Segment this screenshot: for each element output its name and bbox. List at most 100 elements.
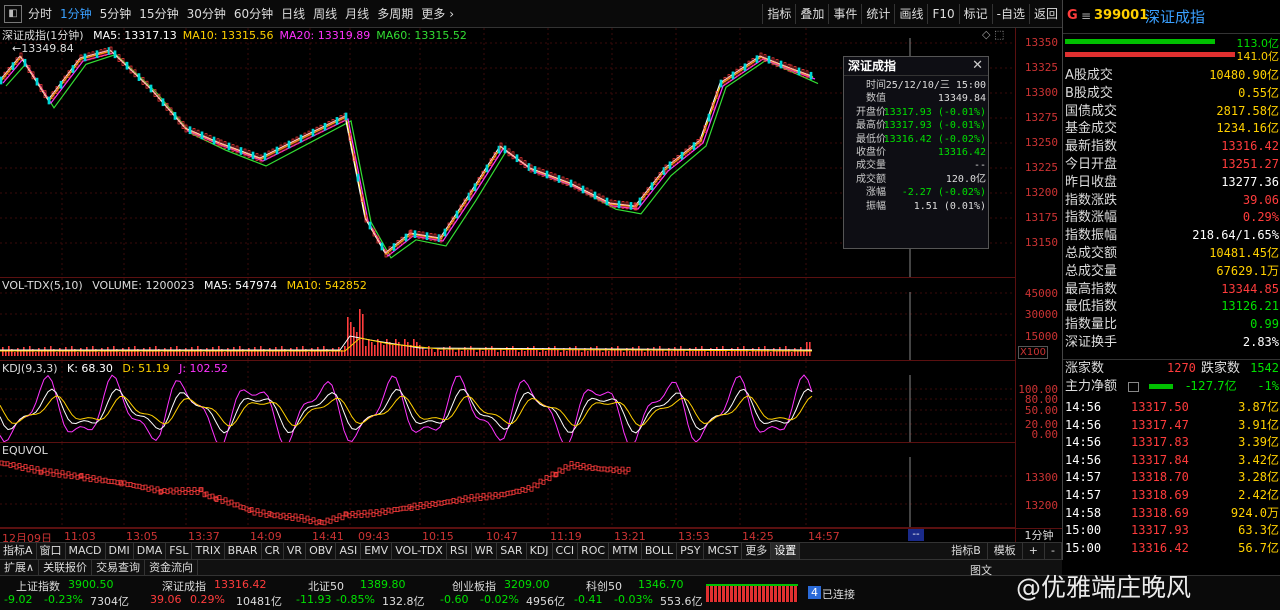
status-index-name[interactable]: 北证50 — [308, 578, 344, 594]
equvol-chart[interactable] — [0, 443, 1015, 527]
indicator-tab-16[interactable]: SAR — [497, 543, 527, 559]
indicator-tab-13[interactable]: VOL-TDX — [392, 543, 447, 559]
period-9[interactable]: 多周期 — [373, 4, 417, 24]
toolbar-btn-6[interactable]: 标记 — [958, 4, 992, 24]
panel-toggle-icon[interactable]: ◧ — [4, 4, 22, 23]
kdj-panel[interactable]: KDJ(9,3,3) K: 68.30 D: 51.19 J: 102.52 — [0, 361, 1015, 443]
status-right-label-0[interactable]: 图文 — [970, 562, 992, 578]
indicator-tab-3[interactable]: DMI — [106, 543, 134, 559]
period-1[interactable]: 1分钟 — [56, 4, 96, 24]
tab-right-2[interactable]: + — [1023, 543, 1046, 559]
indicator-tab-5[interactable]: FSL — [166, 543, 193, 559]
indicator-tab-2[interactable]: MACD — [66, 543, 106, 559]
indicator-tab-10[interactable]: OBV — [306, 543, 337, 559]
period-3[interactable]: 15分钟 — [135, 4, 182, 24]
tooltip-value: 13317.93 (-0.01%) — [883, 120, 986, 132]
volume-bar — [98, 352, 100, 356]
tick-amount: 924.0万 — [1230, 505, 1279, 520]
panel-controls[interactable]: ◇ ⬚ — [982, 28, 1004, 41]
indicator-tab-18[interactable]: CCI — [553, 543, 579, 559]
period-more[interactable]: 更多 — [417, 4, 449, 24]
period-0[interactable]: 分时 — [24, 4, 56, 24]
equvol-box — [538, 478, 543, 484]
tab-right-3[interactable]: - — [1045, 543, 1062, 559]
volume-panel-header: VOL-TDX(5,10) VOLUME: 1200023 MA5: 54797… — [2, 279, 373, 292]
connection-status[interactable]: 已连接 — [822, 586, 855, 602]
indicator-tab-20[interactable]: MTM — [609, 543, 642, 559]
tick-row[interactable]: 14:57 13318.69 2.42亿 — [1063, 487, 1280, 504]
indicator-tab-7[interactable]: BRAR — [225, 543, 262, 559]
tick-row[interactable]: 15:00 13317.93 63.3亿 — [1063, 522, 1280, 539]
tick-row[interactable]: 14:56 13317.84 3.42亿 — [1063, 452, 1280, 469]
toolbar-btn-2[interactable]: 事件 — [828, 4, 861, 24]
indicator-tab-4[interactable]: DMA — [134, 543, 167, 559]
candle — [680, 151, 684, 160]
volume-panel[interactable]: VOL-TDX(5,10) VOLUME: 1200023 MA5: 54797… — [0, 278, 1015, 361]
toolbar-btn-1[interactable]: 叠加 — [795, 4, 828, 24]
indicator-tab-8[interactable]: CR — [262, 543, 284, 559]
toolbar-btn-3[interactable]: 统计 — [861, 4, 894, 24]
close-icon[interactable]: ✕ — [972, 58, 983, 73]
tick-amount: 2.42亿 — [1238, 488, 1279, 502]
indicator-tab-17[interactable]: KDJ — [527, 543, 553, 559]
equvol-box — [581, 463, 586, 468]
indicator-tab-15[interactable]: WR — [472, 543, 498, 559]
candle — [380, 242, 384, 251]
stat-row: 深证换手 2.83% — [1063, 334, 1280, 352]
period-6[interactable]: 日线 — [277, 4, 309, 24]
status-index-name[interactable]: 科创50 — [586, 578, 622, 594]
status-index-name[interactable]: 上证指数 — [16, 578, 60, 594]
tick-row[interactable]: 14:56 13317.83 3.39亿 — [1063, 434, 1280, 451]
tab-right-0[interactable]: 指标B — [945, 543, 988, 559]
indicator-tab-11[interactable]: ASI — [336, 543, 362, 559]
period-8[interactable]: 月线 — [341, 4, 373, 24]
menu-icon[interactable]: ≡ — [1081, 9, 1091, 23]
toolbar-btn-7[interactable]: -自选 — [991, 4, 1029, 24]
ext-tab-1[interactable]: 关联报价 — [39, 560, 93, 575]
status-index-name[interactable]: 创业板指 — [452, 578, 496, 594]
equvol-box — [155, 486, 160, 492]
candle — [455, 210, 459, 219]
indicator-tab-14[interactable]: RSI — [447, 543, 472, 559]
toolbar-btn-8[interactable]: 返回 — [1028, 4, 1062, 24]
equvol-panel[interactable]: EQUVOL — [0, 443, 1015, 528]
tooltip-value: 25/12/10/三 15:00 — [885, 80, 986, 91]
indicator-tab-9[interactable]: VR — [284, 543, 307, 559]
tick-row[interactable]: 15:00 13316.42 56.7亿 — [1063, 540, 1280, 557]
ext-tab-0[interactable]: 扩展∧ — [0, 560, 40, 575]
ext-tab-3[interactable]: 资金流向 — [145, 560, 199, 575]
indicator-tab-24[interactable]: 更多 — [742, 543, 772, 559]
main-flow-toggle[interactable] — [1128, 382, 1139, 392]
period-4[interactable]: 30分钟 — [183, 4, 230, 24]
period-2[interactable]: 5分钟 — [96, 4, 136, 24]
equvol-box — [69, 474, 74, 480]
indicator-tab-19[interactable]: ROC — [578, 543, 610, 559]
indicator-tab-22[interactable]: PSY — [677, 543, 705, 559]
indicator-tab-6[interactable]: TRIX — [192, 543, 225, 559]
indicator-tab-21[interactable]: BOLL — [642, 543, 678, 559]
indicator-tab-1[interactable]: 窗口 — [37, 543, 66, 559]
toolbar-btn-4[interactable]: 画线 — [894, 4, 927, 24]
equvol-box — [255, 508, 260, 514]
period-5[interactable]: 60分钟 — [230, 4, 277, 24]
tick-row[interactable]: 14:58 13318.69 924.0万 — [1063, 505, 1280, 522]
period-7[interactable]: 周线 — [309, 4, 341, 24]
tick-time: 14:58 — [1065, 505, 1102, 520]
indicator-tab-0[interactable]: 指标A — [0, 543, 37, 559]
ext-tab-2[interactable]: 交易查询 — [92, 560, 146, 575]
toolbar-btn-0[interactable]: 指标 — [762, 4, 795, 24]
indicator-tab-25[interactable]: 设置 — [771, 543, 801, 559]
tick-row[interactable]: 14:56 13317.50 3.87亿 — [1063, 399, 1280, 416]
tick-row[interactable]: 14:57 13318.70 3.28亿 — [1063, 469, 1280, 486]
indicator-tab-12[interactable]: EMV — [361, 543, 393, 559]
equvol-box — [448, 499, 453, 505]
candle — [731, 71, 735, 80]
equvol-box — [125, 482, 130, 488]
status-index-name[interactable]: 深证成指 — [162, 578, 206, 594]
stat-row: 最低指数 13126.21 — [1063, 298, 1280, 316]
toolbar-btn-5[interactable]: F10 — [927, 4, 958, 24]
tick-row[interactable]: 14:56 13317.47 3.91亿 — [1063, 417, 1280, 434]
indicator-tab-23[interactable]: MCST — [704, 543, 743, 559]
ma5-line — [0, 49, 813, 254]
tab-right-1[interactable]: 模板 — [988, 543, 1023, 559]
